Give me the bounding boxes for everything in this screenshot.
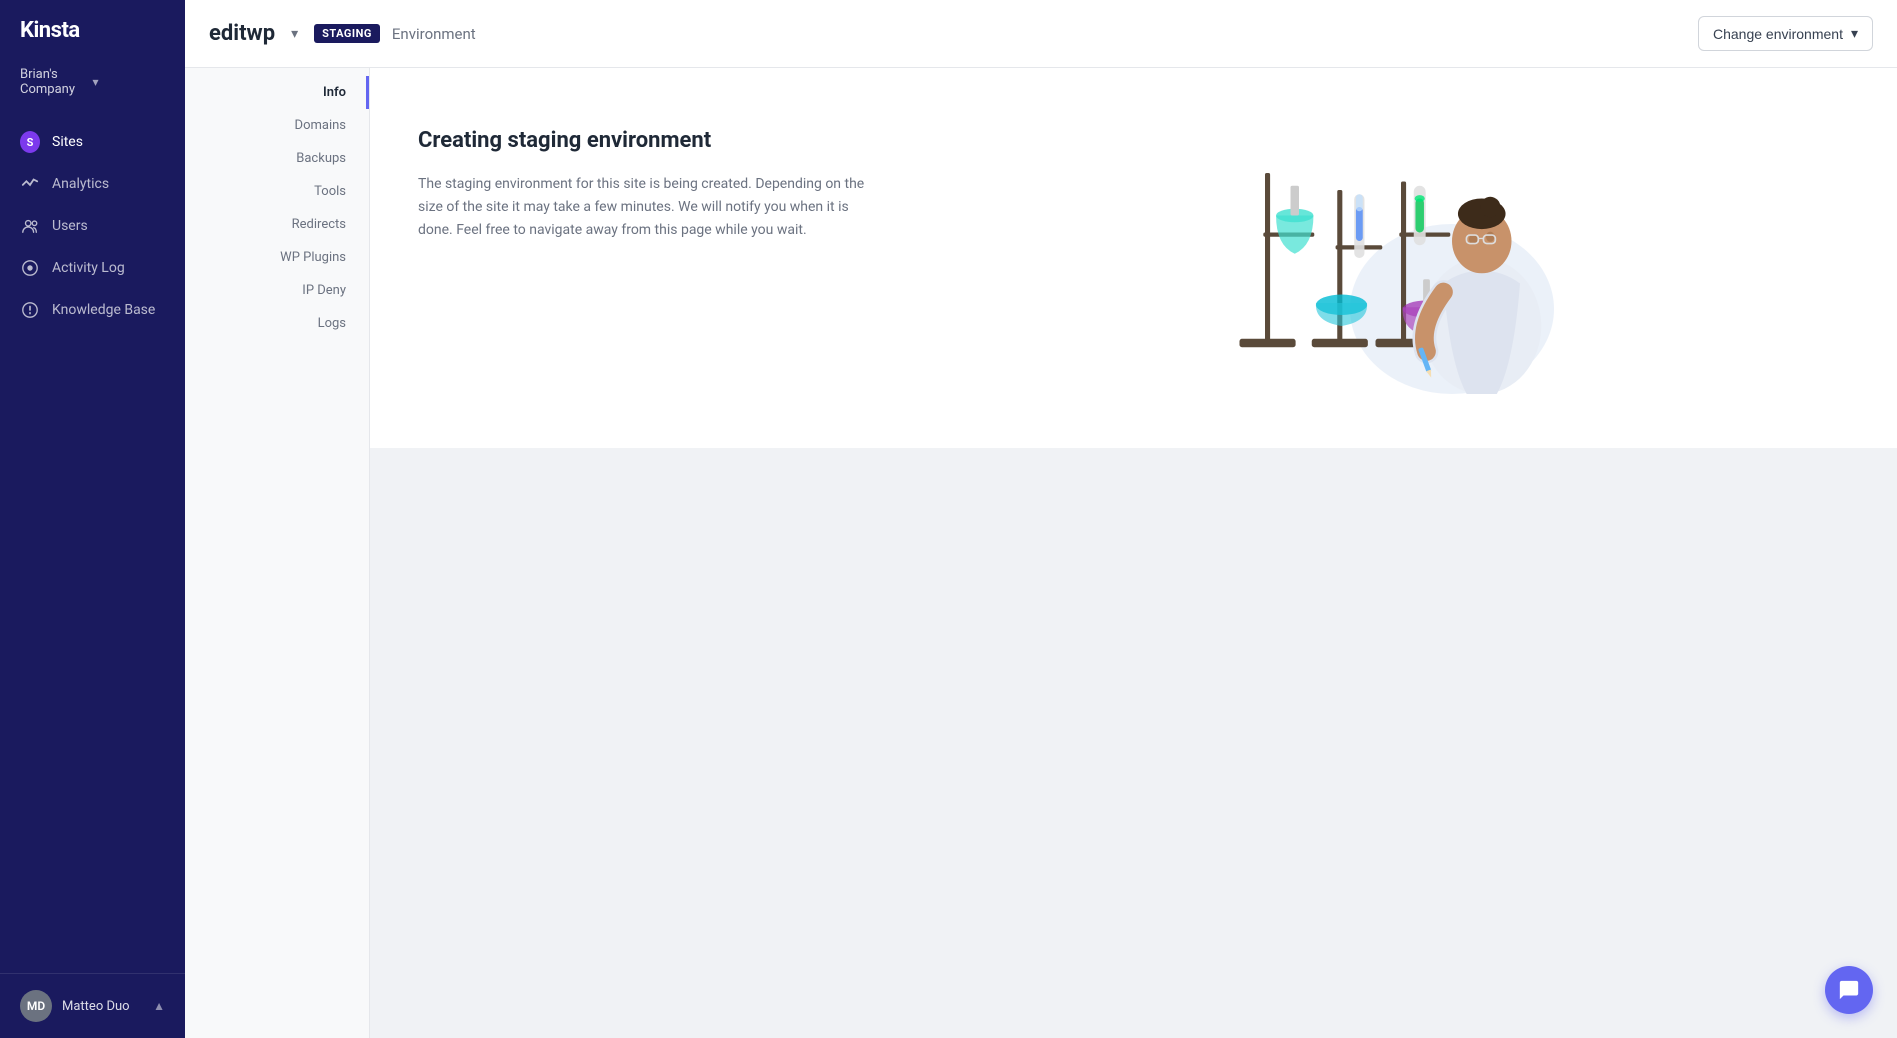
env-badge: STAGING	[314, 24, 380, 43]
sub-nav-wp-plugins[interactable]: WP Plugins	[185, 241, 369, 274]
site-name: editwp	[209, 21, 275, 46]
sidebar-item-label: Analytics	[52, 176, 109, 192]
username: Matteo Duo	[62, 999, 143, 1014]
illustration-area	[918, 108, 1849, 408]
user-footer[interactable]: MD Matteo Duo ▲	[0, 973, 185, 1038]
sub-nav-ip-deny[interactable]: IP Deny	[185, 274, 369, 307]
sidebar-item-label: Users	[52, 218, 88, 234]
site-dropdown-button[interactable]: ▾	[287, 21, 302, 46]
sub-nav-redirects[interactable]: Redirects	[185, 208, 369, 241]
env-label: Environment	[392, 25, 476, 43]
sidebar-item-sites[interactable]: S Sites	[0, 121, 185, 163]
change-env-label: Change environment	[1713, 26, 1843, 42]
activity-icon	[20, 258, 40, 278]
sidebar-item-knowledge-base[interactable]: Knowledge Base	[0, 289, 185, 331]
change-env-chevron: ▾	[1851, 25, 1858, 42]
knowledge-icon	[20, 300, 40, 320]
chat-button[interactable]	[1825, 966, 1873, 1014]
sub-nav: Info Domains Backups Tools Redirects WP …	[185, 68, 370, 1038]
users-icon	[20, 216, 40, 236]
page-content: Creating staging environment The staging…	[370, 68, 1897, 1038]
footer-chevron: ▲	[153, 999, 165, 1013]
sidebar-item-label: Knowledge Base	[52, 302, 155, 318]
change-environment-button[interactable]: Change environment ▾	[1698, 16, 1873, 51]
company-selector[interactable]: Brian's Company ▾	[0, 59, 185, 113]
kinsta-logo: Kinsta	[20, 18, 80, 43]
page-description: The staging environment for this site is…	[418, 173, 878, 242]
main-area: editwp ▾ STAGING Environment Change envi…	[185, 0, 1897, 1038]
chat-icon	[1838, 979, 1860, 1001]
avatar-initials: MD	[27, 999, 45, 1013]
content-area: Info Domains Backups Tools Redirects WP …	[185, 68, 1897, 1038]
sites-icon: S	[20, 132, 40, 152]
content-card: Creating staging environment The staging…	[370, 68, 1897, 448]
content-text-area: Creating staging environment The staging…	[418, 108, 878, 242]
sidebar-item-analytics[interactable]: Analytics	[0, 163, 185, 205]
company-name: Brian's Company	[20, 67, 93, 97]
sidebar-item-label: Sites	[52, 134, 83, 150]
page-title: Creating staging environment	[418, 128, 878, 153]
sidebar-item-activity-log[interactable]: Activity Log	[0, 247, 185, 289]
sub-nav-backups[interactable]: Backups	[185, 142, 369, 175]
logo-area: Kinsta	[0, 0, 185, 59]
company-chevron: ▾	[93, 75, 166, 89]
avatar: MD	[20, 990, 52, 1022]
sub-nav-domains[interactable]: Domains	[185, 109, 369, 142]
lab-illustration	[1214, 122, 1554, 394]
top-header: editwp ▾ STAGING Environment Change envi…	[185, 0, 1897, 68]
sidebar-item-users[interactable]: Users	[0, 205, 185, 247]
sub-nav-logs[interactable]: Logs	[185, 307, 369, 340]
sub-nav-info[interactable]: Info	[185, 76, 369, 109]
sub-nav-tools[interactable]: Tools	[185, 175, 369, 208]
sidebar: Kinsta Brian's Company ▾ S Sites Analyti…	[0, 0, 185, 1038]
main-nav: S Sites Analytics Users	[0, 113, 185, 973]
sidebar-item-label: Activity Log	[52, 260, 125, 276]
analytics-icon	[20, 174, 40, 194]
